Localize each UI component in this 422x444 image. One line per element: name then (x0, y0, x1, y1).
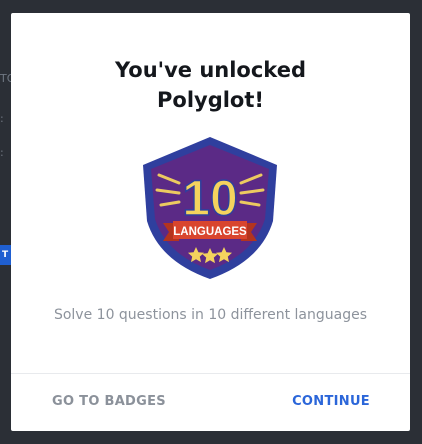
background-text-fragment: : (0, 112, 4, 125)
badge-ribbon-text: LANGUAGES (173, 226, 247, 238)
badge-description: Solve 10 questions in 10 different langu… (53, 307, 368, 323)
dialog-title-line: You've unlocked (115, 58, 306, 82)
continue-button[interactable]: CONTINUE (292, 392, 370, 412)
dialog-divider (11, 373, 410, 374)
badge-number: 10 (182, 170, 238, 226)
badge-unlocked-dialog: You've unlocked Polyglot! 10 LANGUAGES S… (11, 13, 410, 431)
dialog-title: You've unlocked Polyglot! (11, 55, 410, 115)
polyglot-badge-icon: 10 LANGUAGES (143, 137, 277, 279)
background-button-fragment: T (0, 245, 11, 265)
go-to-badges-button[interactable]: GO TO BADGES (52, 392, 166, 412)
dialog-title-line: Polyglot! (157, 88, 264, 112)
background-text-fragment: : (0, 146, 4, 159)
